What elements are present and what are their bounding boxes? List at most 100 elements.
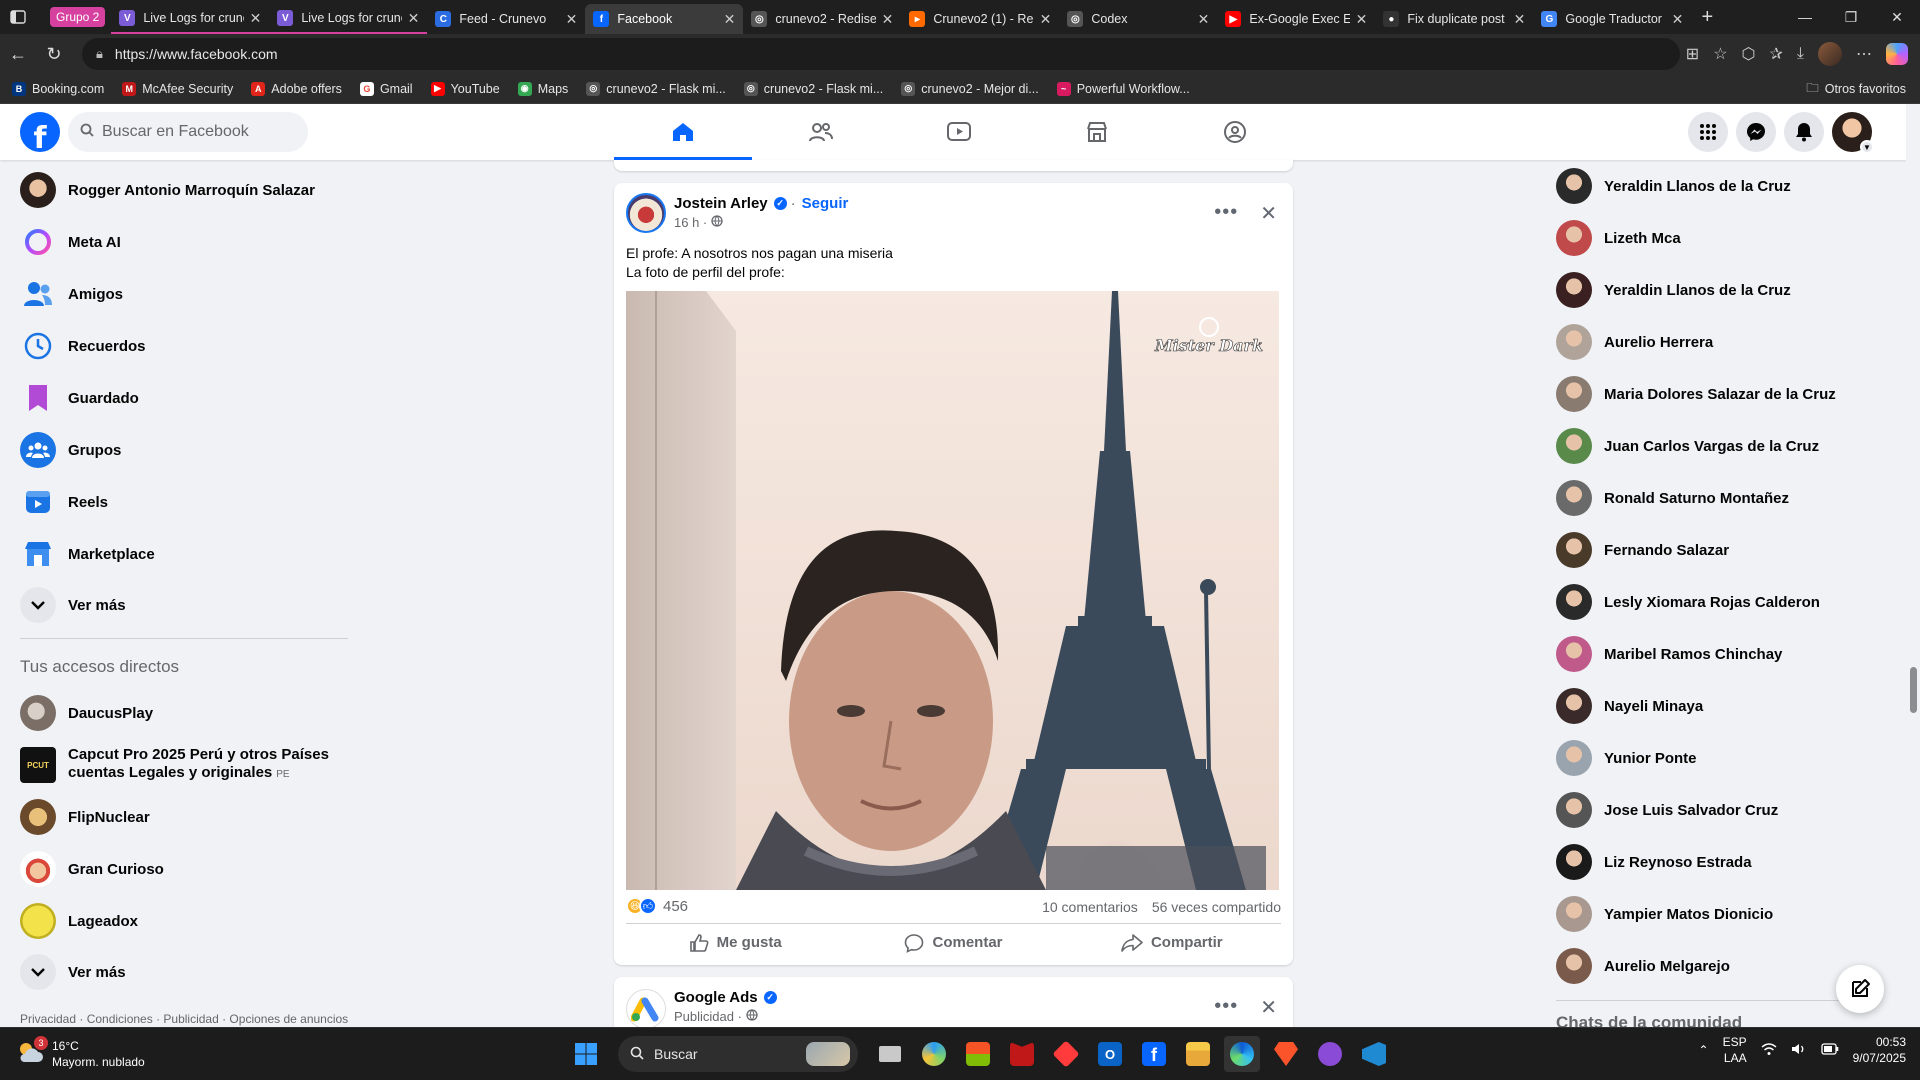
browser-tab[interactable]: V Live Logs for crune ✕	[111, 4, 270, 34]
account-avatar[interactable]: ▼	[1832, 112, 1874, 154]
language-indicator[interactable]: ESP LAA	[1723, 1034, 1747, 1066]
facebook-search[interactable]	[68, 112, 308, 152]
sidebar-item-meta-ai[interactable]: Meta AI	[8, 216, 358, 268]
chevron-up-icon[interactable]: ⌃	[1699, 1043, 1709, 1057]
close-tab-icon[interactable]: ✕	[1672, 11, 1684, 28]
contact-item[interactable]: Liz Reynoso Estrada	[1548, 836, 1898, 888]
bookmark-item[interactable]: ◎ crunevo2 - Flask mi...	[743, 81, 883, 96]
contact-item[interactable]: Maria Dolores Salazar de la Cruz	[1548, 368, 1898, 420]
more-menu-icon[interactable]: ⋯	[1856, 44, 1872, 64]
battery-icon[interactable]	[1820, 1042, 1839, 1058]
contact-item[interactable]: Fernando Salazar	[1548, 524, 1898, 576]
clock[interactable]: 00:53 9/07/2025	[1853, 1034, 1906, 1066]
tab-group-label[interactable]: Grupo 2	[50, 7, 106, 27]
contact-item[interactable]: Yunior Ponte	[1548, 732, 1898, 784]
sidebar-item-marketplace[interactable]: Marketplace	[8, 528, 358, 580]
contact-item[interactable]: Maribel Ramos Chinchay	[1548, 628, 1898, 680]
comments-count[interactable]: 10 comentarios	[1042, 899, 1138, 915]
scrollbar-thumb[interactable]	[1910, 667, 1917, 713]
author-name[interactable]: Google Ads	[674, 989, 758, 1006]
bookmark-item[interactable]: M McAfee Security	[122, 81, 233, 96]
google-ads-logo-icon[interactable]	[626, 989, 666, 1029]
more-options-icon[interactable]: •••	[1214, 995, 1238, 1020]
sponsored-label[interactable]: Publicidad ·	[674, 1009, 742, 1024]
contact-item[interactable]: Juan Carlos Vargas de la Cruz	[1548, 420, 1898, 472]
footer-links[interactable]: Privacidad · Condiciones · Publicidad · …	[20, 1012, 348, 1026]
downloads-icon[interactable]: ⤓	[1797, 45, 1804, 63]
comment-button[interactable]: Comentar	[844, 924, 1062, 961]
bookmark-item[interactable]: ▶ YouTube	[430, 81, 500, 96]
facebook-app-icon[interactable]: f	[1136, 1036, 1172, 1072]
close-tab-icon[interactable]: ✕	[724, 11, 736, 28]
close-tab-icon[interactable]: ✕	[1514, 11, 1526, 28]
share-button[interactable]: Compartir	[1063, 924, 1281, 961]
contact-item[interactable]: Ronald Saturno Montañez	[1548, 472, 1898, 524]
bookmark-item[interactable]: B Booking.com	[12, 81, 104, 96]
wifi-icon[interactable]	[1761, 1042, 1777, 1059]
tab-actions-icon[interactable]	[0, 0, 36, 34]
close-tab-icon[interactable]: ✕	[882, 11, 894, 28]
red-diamond-app-icon[interactable]	[1048, 1036, 1084, 1072]
app-available-icon[interactable]: ⊞	[1686, 44, 1699, 64]
shortcut-daucusplay[interactable]: DaucusPlay	[8, 687, 358, 739]
browser-tab[interactable]: ◎ crunevo2 - Redise ✕	[743, 4, 901, 34]
close-icon[interactable]: ✕	[1260, 201, 1277, 226]
close-window-icon[interactable]: ✕	[1874, 0, 1920, 34]
notifications-bell-icon[interactable]	[1784, 112, 1824, 152]
contact-item[interactable]: Nayeli Minaya	[1548, 680, 1898, 732]
contact-item[interactable]: Jose Luis Salvador Cruz	[1548, 784, 1898, 836]
bookmark-item[interactable]: ◉ Maps	[517, 81, 568, 96]
extensions-icon[interactable]: ⬡	[1742, 44, 1756, 64]
url-field[interactable]: 🔒︎ https://www.facebook.com	[82, 38, 1680, 70]
browser-tab[interactable]: ▸ Crunevo2 (1) - Rep ✕	[901, 4, 1059, 34]
follow-button[interactable]: Seguir	[802, 195, 849, 212]
contact-item[interactable]: Lizeth Mca	[1548, 212, 1898, 264]
nav-home[interactable]	[614, 104, 752, 160]
new-tab-button[interactable]: +	[1691, 6, 1723, 29]
profile-avatar[interactable]	[1818, 42, 1842, 66]
reload-icon[interactable]: ↻	[36, 36, 72, 72]
copilot-icon[interactable]	[1886, 43, 1908, 65]
microsoft-store-icon[interactable]	[960, 1036, 996, 1072]
close-tab-icon[interactable]: ✕	[1040, 11, 1052, 28]
shortcut-capcut[interactable]: PCUT Capcut Pro 2025 Perú y otros Países…	[8, 739, 358, 791]
like-button[interactable]: Me gusta	[626, 924, 844, 961]
sidebar-item-friends[interactable]: Amigos	[8, 268, 358, 320]
close-tab-icon[interactable]: ✕	[1198, 11, 1210, 28]
browser-tab[interactable]: G Google Traductor ✕	[1533, 4, 1691, 34]
weather-widget[interactable]: 3 16°C Mayorm. nublado	[16, 1036, 145, 1070]
other-favorites[interactable]: 🗀 Otros favoritos	[1806, 74, 1906, 104]
edge-copilot-icon[interactable]	[916, 1036, 952, 1072]
bookmark-item[interactable]: ◎ crunevo2 - Mejor di...	[901, 81, 1039, 96]
sidebar-item-reels[interactable]: Reels	[8, 476, 358, 528]
facebook-logo-icon[interactable]: f	[20, 112, 60, 152]
author-name[interactable]: Jostein Arley	[674, 195, 768, 212]
file-explorer-icon[interactable]	[1180, 1036, 1216, 1072]
contact-item[interactable]: Yeraldin Llanos de la Cruz	[1548, 264, 1898, 316]
brave-icon[interactable]	[1268, 1036, 1304, 1072]
contact-item[interactable]: Lesly Xiomara Rojas Calderon	[1548, 576, 1898, 628]
back-icon[interactable]: ←	[0, 36, 36, 72]
reactions-summary[interactable]: 😆︎ 👍︎ 456	[626, 897, 688, 915]
taskbar-search[interactable]: Buscar	[618, 1036, 858, 1072]
close-tab-icon[interactable]: ✕	[250, 10, 262, 27]
contact-item[interactable]: Yampier Matos Dionicio	[1548, 888, 1898, 940]
see-more-button[interactable]: Ver más	[8, 580, 358, 630]
new-message-button[interactable]	[1836, 965, 1884, 1013]
browser-tab[interactable]: ● Fix duplicate post ✕	[1375, 4, 1533, 34]
favorite-star-icon[interactable]: ☆	[1713, 44, 1727, 64]
browser-tab[interactable]: ▶ Ex-Google Exec E ✕	[1217, 4, 1375, 34]
bookmark-item[interactable]: ~ Powerful Workflow...	[1056, 81, 1190, 96]
browser-tab[interactable]: ◎ Codex ✕	[1059, 4, 1217, 34]
contact-item[interactable]: Yeraldin Llanos de la Cruz	[1548, 160, 1898, 212]
sidebar-item-profile[interactable]: Rogger Antonio Marroquín Salazar	[8, 164, 358, 216]
mcafee-icon[interactable]	[1004, 1036, 1040, 1072]
browser-tab[interactable]: V Live Logs for crune ✕	[269, 4, 428, 34]
nav-gaming[interactable]	[1166, 104, 1304, 160]
browser-tab[interactable]: C Feed - Crunevo ✕	[427, 4, 585, 34]
see-more-shortcuts-button[interactable]: Ver más	[8, 947, 358, 997]
close-icon[interactable]: ✕	[1260, 995, 1277, 1020]
sidebar-item-saved[interactable]: Guardado	[8, 372, 358, 424]
shortcut-lageadox[interactable]: Lageadox	[8, 895, 358, 947]
restore-icon[interactable]: ❐	[1828, 0, 1874, 34]
